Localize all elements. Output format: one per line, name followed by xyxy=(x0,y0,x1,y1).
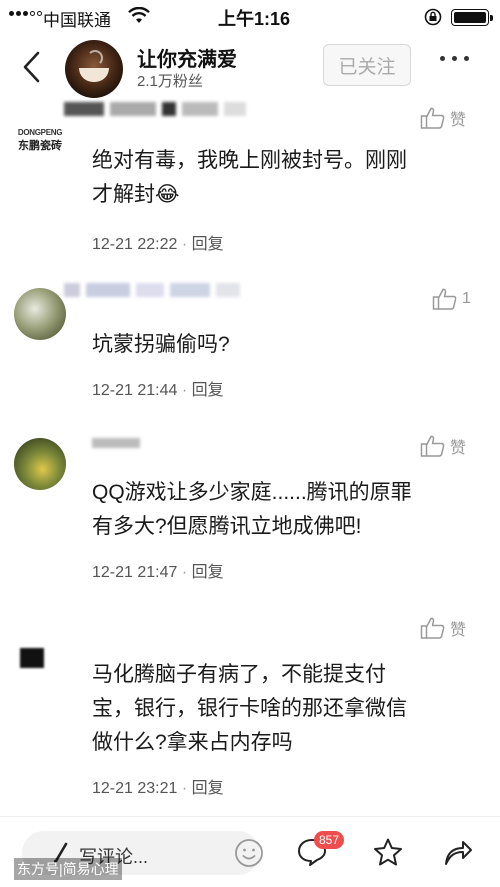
account-name[interactable]: 让你充满爱 xyxy=(137,43,237,72)
star-icon[interactable] xyxy=(372,837,404,867)
reply-link[interactable]: 回复 xyxy=(192,236,224,253)
smiley-icon[interactable] xyxy=(234,838,264,868)
comment-item: 赞 马化腾脑子有病了，不能提支付 宝，银行，银行卡啥的那还拿微信 做什么?拿来占… xyxy=(0,612,500,802)
blurred-username xyxy=(64,102,246,116)
share-arrow-icon[interactable] xyxy=(442,837,474,867)
wifi-icon xyxy=(128,7,150,23)
reply-link[interactable]: 回复 xyxy=(192,382,224,399)
comment-text: 马化腾脑子有病了，不能提支付 宝，银行，银行卡啥的那还拿微信 做什么?拿来占内存… xyxy=(92,663,407,754)
comment-meta: 12-21 23:21 · 回复 xyxy=(92,780,224,797)
blurred-username xyxy=(64,283,240,297)
like-label: 赞 xyxy=(450,622,467,639)
comment-time: 12-21 23:21 xyxy=(92,780,178,797)
laughing-emoji-icon: 😂 xyxy=(155,183,180,206)
commenter-avatar[interactable] xyxy=(14,288,66,340)
status-bar: 中国联通 上午1:16 xyxy=(0,0,500,32)
commenter-avatar[interactable] xyxy=(14,438,66,490)
thumbs-up-icon xyxy=(420,107,445,129)
like-button[interactable]: 赞 xyxy=(420,616,466,640)
thumbs-up-icon xyxy=(432,288,457,310)
account-avatar[interactable] xyxy=(65,40,123,98)
back-chevron-icon[interactable] xyxy=(18,50,48,84)
commenter-avatar[interactable] xyxy=(20,648,44,668)
rotation-lock-icon xyxy=(424,8,442,26)
source-watermark: 东方号|简易心理 xyxy=(14,858,122,880)
comment-time: 12-21 21:44 xyxy=(92,382,178,399)
like-label: 赞 xyxy=(450,112,467,129)
like-count: 1 xyxy=(462,290,471,307)
reply-link[interactable]: 回复 xyxy=(192,780,224,797)
profile-header: 让你充满爱 2.1万粉丝 已关注 xyxy=(0,32,500,102)
comment-meta: 12-21 21:47 · 回复 xyxy=(92,564,224,581)
signal-strength-icon xyxy=(9,11,42,16)
comment-item: 赞 QQ游戏让多少家庭......腾讯的原罪 有多大?但愿腾讯立地成佛吧! 12… xyxy=(0,430,500,590)
comment-text: QQ游戏让多少家庭......腾讯的原罪 有多大?但愿腾讯立地成佛吧! xyxy=(92,481,412,538)
comment-text: 绝对有毒，我晚上刚被封号。刚刚 才解封😂 xyxy=(92,149,407,206)
status-time: 上午1:16 xyxy=(218,9,291,29)
comment-time: 12-21 21:47 xyxy=(92,564,178,581)
like-button[interactable]: 赞 xyxy=(420,106,466,130)
comment-item: 1 坑蒙拐骗偷吗? 12-21 21:44 · 回复 xyxy=(0,280,500,400)
commenter-avatar[interactable]: DONGPENG 东鹏瓷砖 xyxy=(14,120,66,172)
battery-icon xyxy=(451,9,493,26)
comment-meta: 12-21 21:44 · 回复 xyxy=(92,382,224,399)
thumbs-up-icon xyxy=(420,435,445,457)
comment-time: 12-21 22:22 xyxy=(92,236,178,253)
comment-text: 坑蒙拐骗偷吗? xyxy=(92,333,230,356)
like-button[interactable]: 1 xyxy=(432,287,471,311)
carrier-name: 中国联通 xyxy=(43,11,111,30)
thumbs-up-icon xyxy=(420,617,445,639)
like-label: 赞 xyxy=(450,440,467,457)
fans-count: 2.1万粉丝 xyxy=(137,73,203,90)
blurred-username xyxy=(92,438,140,448)
like-button[interactable]: 赞 xyxy=(420,434,466,458)
comment-count-badge: 857 xyxy=(314,831,345,849)
reply-link[interactable]: 回复 xyxy=(192,564,224,581)
followed-button[interactable]: 已关注 xyxy=(323,44,411,86)
more-dots-icon[interactable] xyxy=(440,56,469,61)
comment-item: DONGPENG 东鹏瓷砖 赞 绝对有毒，我晚上刚被封号。刚刚 才解封😂 12-… xyxy=(0,102,500,253)
comment-meta: 12-21 22:22 · 回复 xyxy=(92,236,224,253)
